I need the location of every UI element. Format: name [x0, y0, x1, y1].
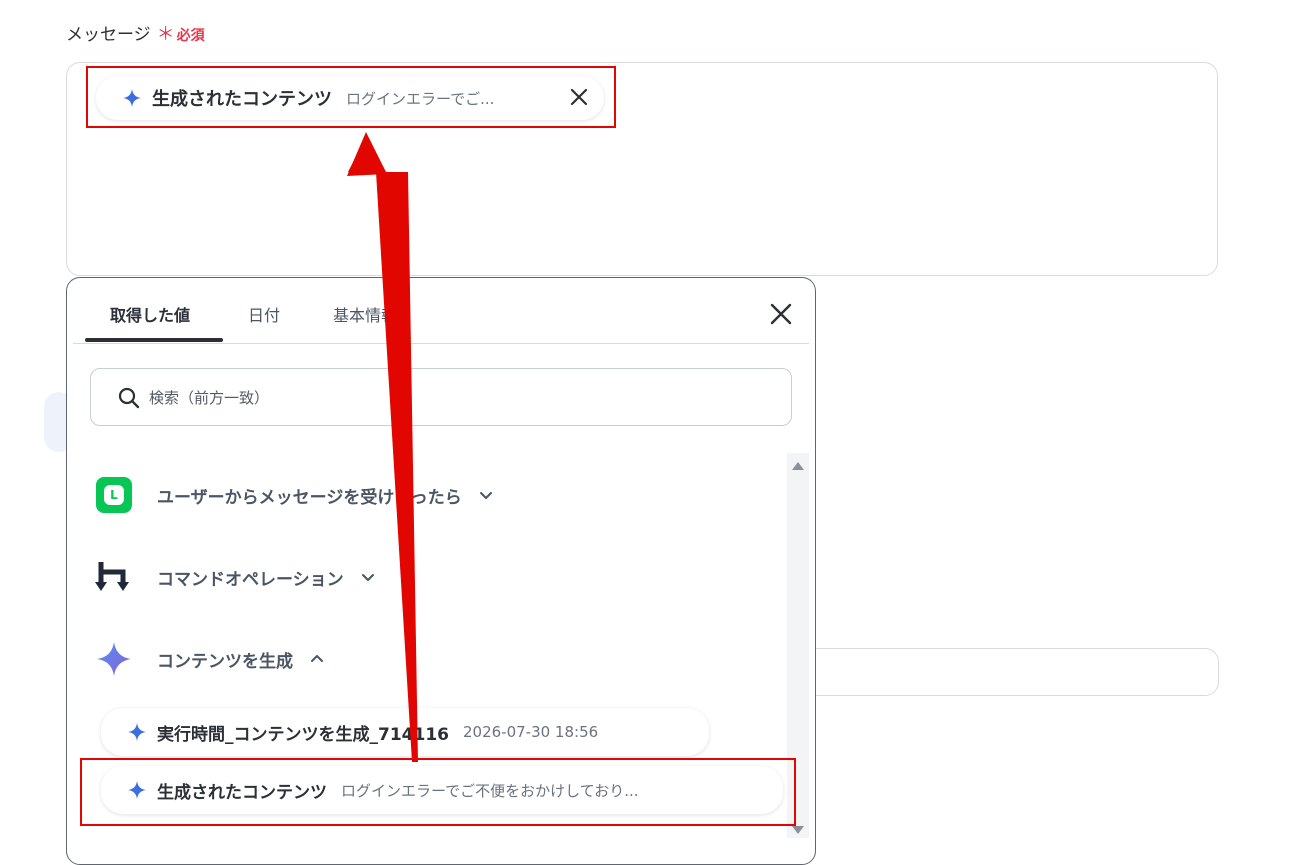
scroll-up-arrow-icon[interactable]	[792, 462, 804, 470]
line-app-icon: L	[95, 476, 133, 514]
group-content-generation[interactable]: コンテンツを生成	[95, 640, 325, 678]
item-value: 2026-07-30 18:56	[462, 723, 599, 741]
sparkle-icon	[95, 640, 133, 678]
field-label-text: メッセージ	[66, 25, 151, 45]
list-item-execution-time[interactable]: 実行時間_コンテンツを生成_714116 2026-07-30 18:56	[101, 708, 709, 756]
highlight-box-top	[86, 66, 616, 128]
chevron-down-icon	[479, 492, 492, 499]
group-label: コマンドオペレーション	[157, 569, 344, 590]
search-icon	[118, 387, 140, 409]
required-star: ＊	[156, 24, 175, 45]
scroll-down-arrow-icon[interactable]	[792, 826, 804, 834]
required-badge: 必須	[176, 28, 205, 44]
search-input[interactable]	[147, 383, 751, 413]
group-line-trigger[interactable]: L ユーザーからメッセージを受けとったら	[95, 476, 494, 514]
message-field-label: メッセージ ＊ 必須	[66, 20, 205, 46]
group-label: ユーザーからメッセージを受けとったら	[157, 487, 462, 508]
chevron-down-icon	[361, 574, 374, 581]
active-tab-indicator	[85, 338, 223, 342]
background-input-field[interactable]	[780, 648, 1219, 696]
group-label: コンテンツを生成	[157, 651, 293, 672]
tab-acquired-values[interactable]: 取得した値	[110, 302, 190, 326]
tab-basic-info[interactable]: 基本情報	[333, 302, 397, 326]
tab-date[interactable]: 日付	[248, 302, 280, 326]
picker-tabs: 取得した値 日付 基本情報	[67, 278, 815, 344]
close-icon[interactable]	[767, 300, 795, 328]
tabs-divider	[73, 343, 809, 344]
item-title: 実行時間_コンテンツを生成_714116	[157, 724, 449, 745]
highlight-box-bottom	[80, 758, 796, 826]
command-operation-icon	[95, 558, 133, 596]
chevron-up-icon	[311, 655, 323, 662]
group-command-operation[interactable]: コマンドオペレーション	[95, 558, 376, 596]
sparkle-icon	[128, 723, 146, 741]
search-field[interactable]	[90, 368, 792, 426]
